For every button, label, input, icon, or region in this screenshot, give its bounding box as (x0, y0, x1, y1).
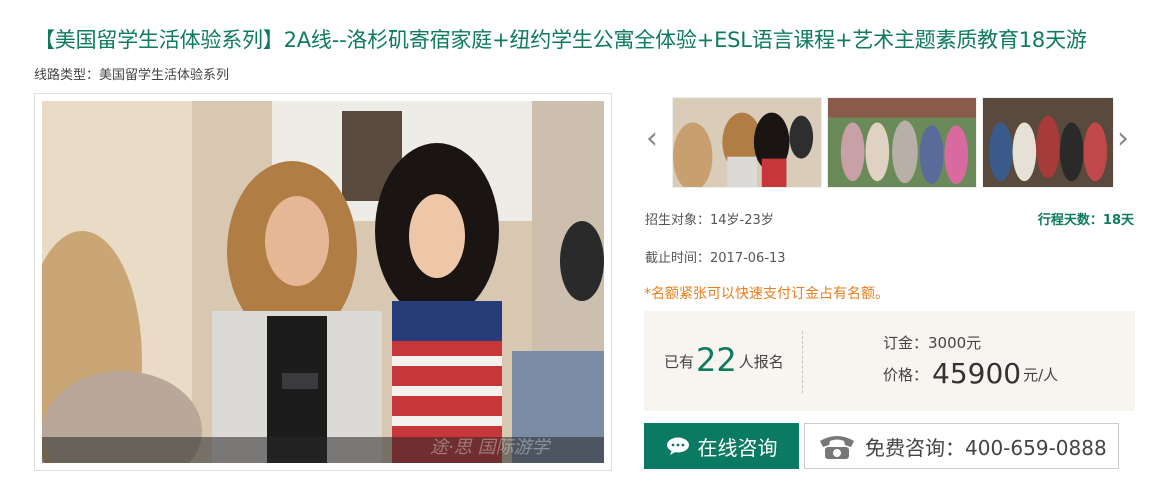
deadline: 截止时间：2017-06-13 (645, 251, 786, 266)
thumbnail-image (673, 98, 821, 187)
main-photo: 途·思 国际游学 (42, 101, 604, 463)
main-photo-image (42, 101, 604, 463)
route-type: 线路类型：美国留学生活体验系列 (34, 68, 230, 83)
hotline-label: 免费咨询：400-659-0888 (865, 435, 1107, 460)
enrolled-suffix: 人报名 (738, 353, 784, 371)
price-value: 45900 (932, 357, 1022, 390)
gallery-thumbnail[interactable] (982, 97, 1114, 188)
photo-watermark: 途·思 国际游学 (430, 437, 550, 458)
online-consult-button[interactable]: 在线咨询 (644, 423, 799, 469)
gallery-thumbnail[interactable] (672, 97, 822, 188)
price-label: 价格： (883, 366, 929, 384)
price-box: 已有22 人报名 订金：3000元 价格： 45900 元/人 (644, 311, 1135, 411)
thumbnail-image (983, 98, 1113, 187)
enrolled-prefix: 已有 (664, 353, 695, 371)
chevron-right-icon[interactable]: › (1117, 124, 1129, 154)
phone-icon (820, 436, 854, 459)
online-consult-label: 在线咨询 (697, 435, 778, 460)
thumbnail-image (828, 98, 976, 187)
price-divider (802, 331, 803, 393)
gallery-thumbnail[interactable] (827, 97, 977, 188)
enrolled-count: 已有22 人报名 (664, 341, 784, 379)
deposit: 订金：3000元 (883, 334, 982, 352)
enrolled-number: 22 (696, 341, 737, 379)
urgent-notice: *名额紧张可以快速支付订金占有名额。 (644, 286, 889, 302)
page-title: 【美国留学生活体验系列】2A线--洛杉矶寄宿家庭+纽约学生公寓全体验+ESL语言… (34, 28, 1087, 52)
enrollment-target: 招生对象：14岁-23岁 (645, 213, 774, 228)
chevron-left-icon[interactable]: ‹ (646, 124, 658, 154)
price-unit: 元/人 (1023, 366, 1059, 384)
hotline-button[interactable]: 免费咨询：400-659-0888 (804, 423, 1119, 469)
chat-bubble-icon (666, 437, 689, 455)
main-photo-frame: 途·思 国际游学 (34, 93, 612, 471)
price: 价格： 45900 元/人 (883, 357, 1058, 390)
trip-days: 行程天数：18天 (1037, 213, 1134, 228)
